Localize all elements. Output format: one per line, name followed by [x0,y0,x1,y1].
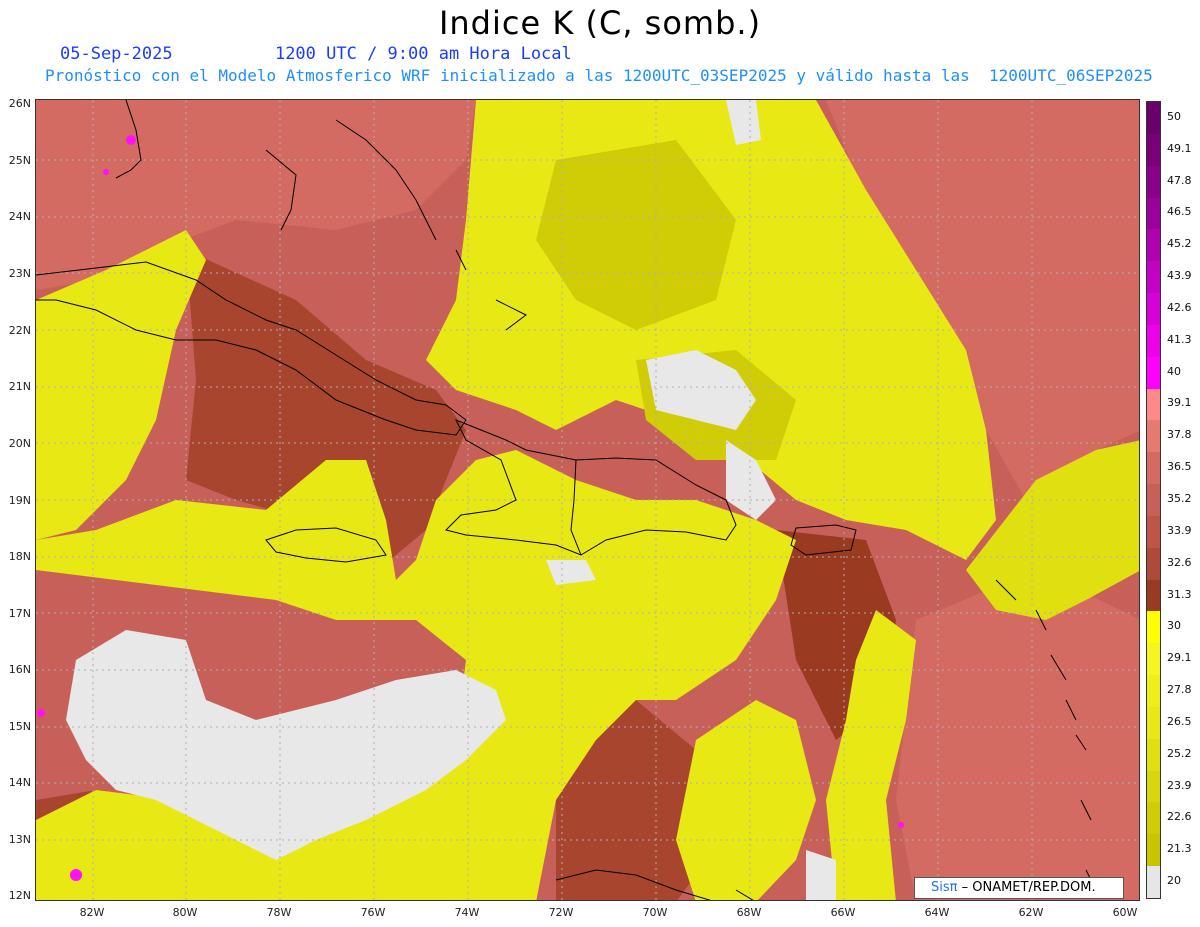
colorbar-swatch [1147,165,1160,198]
colorbar-label: 21.3 [1167,842,1192,856]
colorbar-label: 39.1 [1167,396,1192,410]
weather-map [35,99,1140,901]
lat-label: 15N [8,720,31,733]
lat-label: 17N [8,607,31,620]
colorbar-label: 30 [1167,619,1181,633]
colorbar-label: 43.9 [1167,269,1192,283]
colorbar-swatch [1147,197,1160,230]
colorbar-swatch [1147,770,1160,803]
lon-label: 62W [1018,906,1044,919]
colorbar-swatch [1147,547,1160,581]
lon-label: 72W [548,906,574,919]
red-light-southeast [896,570,1139,900]
colorbar [1146,101,1161,899]
lat-label: 23N [8,267,31,280]
colorbar-swatch [1147,261,1160,294]
lat-label: 24N [8,210,31,223]
lat-label: 18N [8,550,31,563]
colorbar-label: 36.5 [1167,460,1192,474]
lat-label: 13N [8,833,31,846]
colorbar-swatch [1147,102,1160,135]
colorbar-swatch [1147,293,1160,326]
colorbar-label: 37.8 [1167,428,1192,442]
lon-label: 80W [172,906,198,919]
lon-label: 60W [1112,906,1138,919]
colorbar-swatch [1147,420,1160,453]
colorbar-swatch [1147,356,1160,390]
colorbar-label: 33.9 [1167,523,1192,537]
colorbar-label: 31.3 [1167,587,1192,601]
lat-label: 16N [8,663,31,676]
colorbar-swatch [1147,643,1160,676]
lat-label: 22N [8,324,31,337]
lon-label: 82W [79,906,105,919]
lat-label: 21N [8,380,31,393]
lat-label: 20N [8,437,31,450]
lat-label: 12N [8,889,31,902]
lon-label: 74W [454,906,480,919]
magenta-spot [37,709,45,717]
lon-label: 66W [830,906,856,919]
colorbar-swatch [1147,611,1160,644]
colorbar-label: 20 [1167,874,1181,888]
lon-label: 68W [736,906,762,919]
magenta-spot [103,169,109,175]
colorbar-swatch [1147,834,1160,867]
colorbar-swatch [1147,738,1160,772]
colorbar-label: 47.8 [1167,173,1192,187]
colorbar-label: 27.8 [1167,683,1192,697]
lat-label: 14N [8,776,31,789]
colorbar-swatch [1147,802,1160,835]
colorbar-label: 46.5 [1167,205,1192,219]
magenta-spot [126,135,136,145]
map-svg [36,100,1139,900]
colorbar-label: 50 [1167,109,1181,123]
colorbar-swatch [1147,484,1160,517]
colorbar-swatch [1147,579,1160,612]
colorbar-label: 49.1 [1167,141,1192,155]
colorbar-label: 45.2 [1167,237,1192,251]
colorbar-swatch [1147,515,1160,549]
colorbar-swatch [1147,229,1160,262]
colorbar-swatch [1147,675,1160,708]
colorbar-label: 40 [1167,364,1181,378]
forecast-date-time: 05-Sep-2025 1200 UTC / 9:00 am Hora Loca… [60,44,760,64]
lat-label: 19N [8,494,31,507]
colorbar-swatch [1147,388,1160,421]
colorbar-swatch [1147,706,1160,740]
credit-box: Sisπ – ONAMET/REP.DOM. [914,877,1124,899]
colorbar-swatch [1147,866,1160,899]
lat-label: 26N [8,97,31,110]
lon-label: 64W [924,906,950,919]
magenta-spot [70,869,82,881]
colorbar-label: 42.6 [1167,300,1192,314]
colorbar-label: 32.6 [1167,555,1192,569]
lon-label: 78W [266,906,292,919]
credit-text: – ONAMET/REP.DOM. [957,880,1096,895]
lat-label: 25N [8,154,31,167]
forecast-time: 1200 UTC / 9:00 am Hora Local [274,44,572,64]
forecast-subtitle: Pronóstico con el Modelo Atmosferico WRF… [45,66,1153,85]
forecast-date: 05-Sep-2025 [60,44,173,64]
lon-label: 76W [360,906,386,919]
credit-brand: Sisπ [931,880,958,895]
colorbar-swatch [1147,452,1160,485]
colorbar-label: 25.2 [1167,746,1192,760]
magenta-spot [898,822,904,828]
colorbar-label: 29.1 [1167,651,1192,665]
colorbar-label: 26.5 [1167,714,1192,728]
colorbar-swatch [1147,324,1160,358]
colorbar-label: 22.6 [1167,810,1192,824]
chart-title: Indice K (C, somb.) [438,4,762,42]
colorbar-label: 23.9 [1167,778,1192,792]
colorbar-label: 41.3 [1167,332,1192,346]
colorbar-label: 35.2 [1167,492,1192,505]
lon-label: 70W [642,906,668,919]
colorbar-swatch [1147,133,1160,167]
